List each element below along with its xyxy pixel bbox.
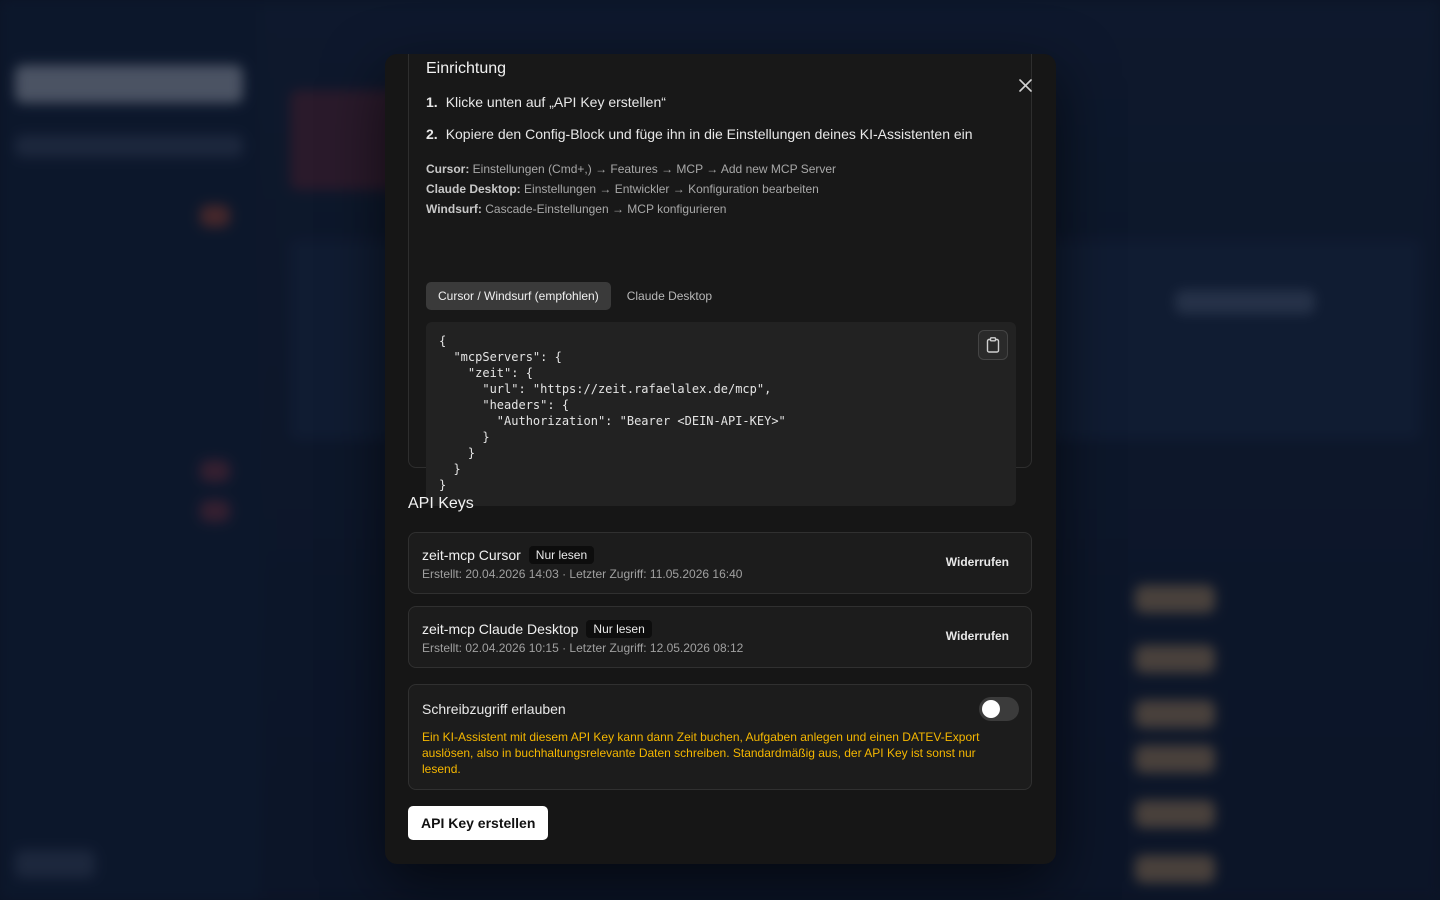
api-key-item: zeit-mcp Claude Desktop Nur lesen Erstel…	[408, 606, 1032, 668]
step-number: 1.	[426, 94, 438, 110]
hint-label: Windsurf:	[426, 202, 482, 216]
config-code-block: { "mcpServers": { "zeit": { "url": "http…	[426, 322, 1016, 506]
setup-title: Einrichtung	[426, 60, 507, 77]
mcp-settings-modal: Einrichtung 1. Klicke unten auf „API Key …	[385, 54, 1056, 864]
api-key-item: zeit-mcp Cursor Nur lesen Erstellt: 20.0…	[408, 532, 1032, 594]
revoke-button[interactable]: Widerrufen	[936, 627, 1019, 645]
copy-button[interactable]	[978, 330, 1008, 360]
setup-step-2: 2. Kopiere den Config-Block und füge ihn …	[426, 126, 973, 142]
close-icon	[1018, 78, 1032, 92]
api-key-name-row: zeit-mcp Claude Desktop Nur lesen	[422, 620, 652, 638]
config-tabs: Cursor / Windsurf (empfohlen) Claude Des…	[426, 282, 724, 310]
hint-text: Einstellungen (Cmd+,) → Features → MCP →…	[469, 162, 837, 176]
permission-badge: Nur lesen	[528, 546, 595, 564]
permission-badge: Nur lesen	[586, 620, 652, 638]
hint-windsurf: Windsurf: Cascade-Einstellungen → MCP ko…	[426, 202, 726, 216]
api-key-meta: Erstellt: 20.04.2026 14:03 · Letzter Zug…	[422, 567, 743, 581]
revoke-button[interactable]: Widerrufen	[936, 553, 1019, 571]
create-api-key-button[interactable]: API Key erstellen	[408, 806, 549, 840]
step-text: Kopiere den Config-Block und füge ihn in…	[445, 126, 973, 142]
toggle-knob	[982, 700, 1000, 718]
api-key-name: zeit-mcp Cursor	[422, 547, 521, 563]
tab-claude-desktop[interactable]: Claude Desktop	[615, 282, 724, 310]
hint-label: Claude Desktop:	[426, 182, 521, 196]
setup-card: Einrichtung 1. Klicke unten auf „API Key …	[408, 54, 1032, 506]
clipboard-icon	[986, 337, 1000, 353]
tab-cursor-windsurf[interactable]: Cursor / Windsurf (empfohlen)	[426, 282, 611, 310]
write-access-card: Schreibzugriff erlauben Ein KI-Assistent…	[408, 684, 1032, 790]
write-access-toggle[interactable]	[979, 697, 1019, 721]
hint-text: Cascade-Einstellungen → MCP konfiguriere…	[481, 202, 727, 216]
api-keys-title: API Keys	[408, 495, 474, 512]
hint-label: Cursor:	[426, 162, 470, 176]
write-access-title: Schreibzugriff erlauben	[422, 701, 566, 717]
write-access-warning: Ein KI-Assistent mit diesem API Key kann…	[422, 730, 980, 776]
step-number: 2.	[426, 126, 438, 142]
api-key-name: zeit-mcp Claude Desktop	[422, 621, 579, 637]
api-key-name-row: zeit-mcp Cursor Nur lesen	[422, 546, 595, 564]
close-button[interactable]	[1014, 74, 1036, 96]
step-text: Klicke unten auf „API Key erstellen“	[445, 94, 666, 110]
config-code: { "mcpServers": { "zeit": { "url": "http…	[439, 334, 786, 492]
setup-step-1: 1. Klicke unten auf „API Key erstellen“	[426, 94, 666, 110]
hint-text: Einstellungen → Entwickler → Konfigurati…	[520, 182, 819, 196]
hint-cursor: Cursor: Einstellungen (Cmd+,) → Features…	[426, 162, 836, 176]
hint-claude-desktop: Claude Desktop: Einstellungen → Entwickl…	[426, 182, 819, 196]
api-key-meta: Erstellt: 02.04.2026 10:15 · Letzter Zug…	[422, 641, 744, 655]
